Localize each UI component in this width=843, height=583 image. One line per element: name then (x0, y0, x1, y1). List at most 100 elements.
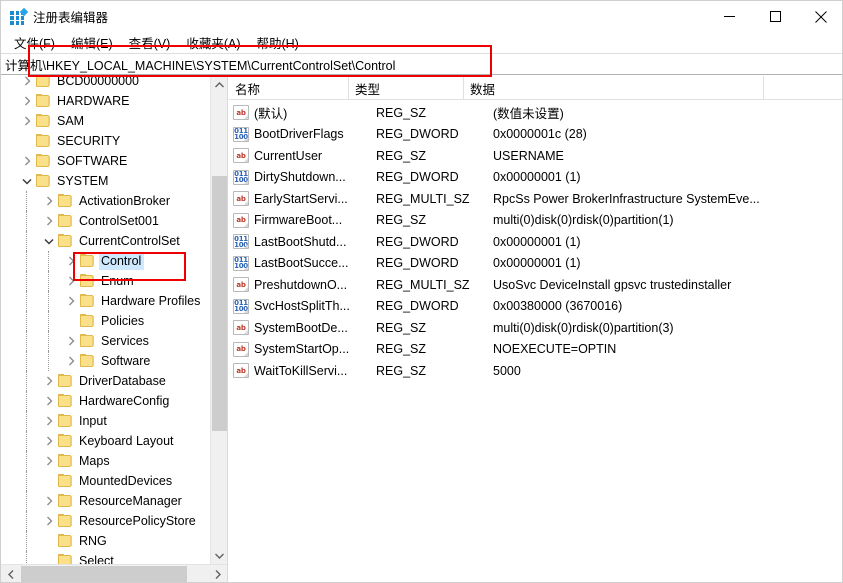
registry-value-row[interactable]: abFirmwareBoot...REG_SZmulti(0)disk(0)rd… (229, 210, 843, 232)
chevron-right-icon[interactable] (41, 193, 57, 209)
tree-vertical-scrollbar[interactable] (210, 76, 227, 564)
tree-item-sam[interactable]: SAM (1, 111, 211, 131)
scroll-right-icon[interactable] (208, 565, 228, 583)
chevron-down-icon[interactable] (19, 173, 35, 189)
tree-item-keyboard-layout[interactable]: Keyboard Layout (1, 431, 211, 451)
tree-item-currentcontrolset[interactable]: CurrentControlSet (1, 231, 211, 251)
chevron-right-icon[interactable] (63, 353, 79, 369)
chevron-right-icon[interactable] (63, 253, 79, 269)
minimize-button[interactable] (706, 1, 752, 32)
close-button[interactable] (798, 1, 843, 32)
chevron-right-icon[interactable] (41, 393, 57, 409)
tree-leaf-spacer (41, 553, 57, 564)
tree-item-control[interactable]: Control (1, 251, 211, 271)
address-bar[interactable]: 计算机\HKEY_LOCAL_MACHINE\SYSTEM\CurrentCon… (1, 53, 843, 75)
chevron-right-icon[interactable] (19, 113, 35, 129)
chevron-down-icon[interactable] (41, 233, 57, 249)
tree-item-label: CurrentControlSet (77, 232, 183, 250)
tree-item-input[interactable]: Input (1, 411, 211, 431)
tree-item-policies[interactable]: Policies (1, 311, 211, 331)
menu-bar: 文件(F) 编辑(E) 查看(V) 收藏夹(A) 帮助(H) (1, 32, 843, 53)
tree-guide-line (26, 271, 27, 291)
tree-item-label: BCD00000000 (55, 76, 142, 90)
tree-hscroll-thumb[interactable] (21, 566, 187, 583)
registry-value-row[interactable]: abEarlyStartServi...REG_MULTI_SZRpcSs Po… (229, 188, 843, 210)
tree-item-services[interactable]: Services (1, 331, 211, 351)
menu-edit[interactable]: 编辑(E) (63, 32, 121, 53)
chevron-right-icon[interactable] (63, 333, 79, 349)
chevron-right-icon[interactable] (41, 453, 57, 469)
tree-item-hardwareconfig[interactable]: HardwareConfig (1, 391, 211, 411)
chevron-right-icon[interactable] (41, 413, 57, 429)
tree-vscroll-thumb[interactable] (212, 176, 227, 431)
registry-value-row[interactable]: 011100LastBootShutd...REG_DWORD0x0000000… (229, 231, 843, 253)
tree-scroll-area[interactable]: BCD00000000HARDWARESAMSECURITYSOFTWARESY… (1, 76, 211, 564)
menu-view[interactable]: 查看(V) (121, 32, 179, 53)
maximize-button[interactable] (752, 1, 798, 32)
tree-item-maps[interactable]: Maps (1, 451, 211, 471)
value-type-cell: REG_SZ (374, 106, 489, 120)
registry-value-row[interactable]: 011100DirtyShutdown...REG_DWORD0x0000000… (229, 167, 843, 189)
tree-item-controlset001[interactable]: ControlSet001 (1, 211, 211, 231)
registry-value-row[interactable]: ab(默认)REG_SZ(数值未设置) (229, 102, 843, 124)
tree-item-resourcemanager[interactable]: ResourceManager (1, 491, 211, 511)
menu-favorites[interactable]: 收藏夹(A) (178, 32, 248, 53)
tree-item-mounteddevices[interactable]: MountedDevices (1, 471, 211, 491)
registry-value-row[interactable]: abSystemBootDe...REG_SZmulti(0)disk(0)rd… (229, 317, 843, 339)
column-header-type[interactable]: 类型 (349, 76, 464, 100)
registry-value-row[interactable]: abPreshutdownO...REG_MULTI_SZUsoSvc Devi… (229, 274, 843, 296)
registry-value-row[interactable]: 011100BootDriverFlagsREG_DWORD0x0000001c… (229, 124, 843, 146)
tree-item-activationbroker[interactable]: ActivationBroker (1, 191, 211, 211)
value-name-cell: PreshutdownO... (254, 278, 374, 292)
value-name-cell: LastBootSucce... (254, 256, 374, 270)
tree-item-driverdatabase[interactable]: DriverDatabase (1, 371, 211, 391)
value-type-cell: REG_DWORD (374, 299, 489, 313)
menu-file[interactable]: 文件(F) (6, 32, 63, 53)
tree-horizontal-scrollbar[interactable] (1, 564, 228, 583)
tree-item-software[interactable]: Software (1, 351, 211, 371)
tree-item-hardware[interactable]: HARDWARE (1, 91, 211, 111)
tree-item-select[interactable]: Select (1, 551, 211, 564)
value-type-cell: REG_MULTI_SZ (374, 192, 489, 206)
chevron-right-icon[interactable] (19, 153, 35, 169)
tree-guide-line (48, 331, 49, 351)
chevron-right-icon[interactable] (41, 433, 57, 449)
address-path-text[interactable]: 计算机\HKEY_LOCAL_MACHINE\SYSTEM\CurrentCon… (1, 55, 395, 74)
chevron-right-icon[interactable] (41, 493, 57, 509)
column-header-filler (764, 76, 843, 100)
tree-item-enum[interactable]: Enum (1, 271, 211, 291)
registry-value-row[interactable]: abCurrentUserREG_SZUSERNAME (229, 145, 843, 167)
registry-value-row[interactable]: abWaitToKillServi...REG_SZ5000 (229, 360, 843, 382)
tree-item-bcd00000000[interactable]: BCD00000000 (1, 76, 211, 91)
chevron-right-icon[interactable] (41, 373, 57, 389)
tree-item-resourcepolicystore[interactable]: ResourcePolicyStore (1, 511, 211, 531)
chevron-right-icon[interactable] (63, 273, 79, 289)
chevron-right-icon[interactable] (19, 93, 35, 109)
tree-item-system[interactable]: SYSTEM (1, 171, 211, 191)
value-type-cell: REG_SZ (374, 213, 489, 227)
tree-item-software[interactable]: SOFTWARE (1, 151, 211, 171)
column-header-name[interactable]: 名称 (229, 76, 349, 100)
registry-value-row[interactable]: abSystemStartOp...REG_SZ NOEXECUTE=OPTIN (229, 339, 843, 361)
scroll-up-icon[interactable] (211, 76, 228, 93)
menu-help[interactable]: 帮助(H) (248, 32, 306, 53)
tree-item-hardware-profiles[interactable]: Hardware Profiles (1, 291, 211, 311)
tree-item-label: Enum (99, 272, 137, 290)
column-header-data[interactable]: 数据 (464, 76, 764, 100)
registry-value-row[interactable]: 011100LastBootSucce...REG_DWORD0x0000000… (229, 253, 843, 275)
scroll-left-icon[interactable] (1, 565, 21, 583)
title-bar: 注册表编辑器 (1, 1, 843, 32)
registry-values-panel[interactable]: 名称 类型 数据 ab(默认)REG_SZ(数值未设置)011100BootDr… (229, 76, 843, 583)
chevron-right-icon[interactable] (41, 213, 57, 229)
tree-guide-line (26, 411, 27, 431)
chevron-right-icon[interactable] (63, 293, 79, 309)
registry-value-row[interactable]: 011100SvcHostSplitTh...REG_DWORD0x003800… (229, 296, 843, 318)
tree-item-rng[interactable]: RNG (1, 531, 211, 551)
scroll-down-icon[interactable] (211, 547, 228, 564)
chevron-right-icon[interactable] (19, 76, 35, 89)
registry-tree-panel[interactable]: BCD00000000HARDWARESAMSECURITYSOFTWARESY… (1, 76, 228, 583)
tree-guide-line (26, 191, 27, 211)
chevron-right-icon[interactable] (41, 513, 57, 529)
string-value-icon: ab (233, 363, 249, 378)
tree-item-security[interactable]: SECURITY (1, 131, 211, 151)
